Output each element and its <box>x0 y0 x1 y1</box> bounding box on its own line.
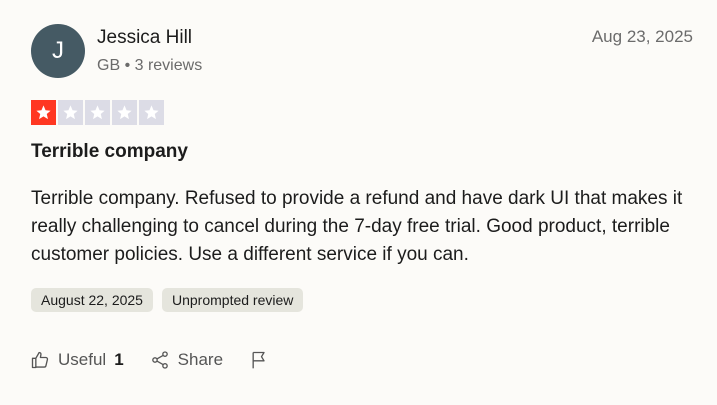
review-card: J Jessica Hill GB • 3 reviews Aug 23, 20… <box>0 0 717 405</box>
star-icon <box>58 100 83 125</box>
share-label: Share <box>177 350 224 369</box>
star-icon <box>112 100 137 125</box>
avatar[interactable]: J <box>31 24 85 78</box>
review-body: Terrible company. Refused to provide a r… <box>31 188 683 265</box>
thumbs-up-icon <box>30 350 50 370</box>
review-title: Terrible company <box>31 141 188 162</box>
report-button[interactable] <box>249 350 269 370</box>
reviewer-name[interactable]: Jessica Hill <box>97 27 192 49</box>
star-icon <box>139 100 164 125</box>
review-actions: Useful 1 Share <box>30 350 295 370</box>
useful-label: Useful <box>58 350 107 369</box>
review-tags: August 22, 2025 Unprompted review <box>31 288 304 312</box>
star-icon <box>31 100 56 125</box>
flag-icon <box>249 350 269 370</box>
useful-button[interactable]: Useful 1 <box>30 350 124 370</box>
reviewer-meta: GB • 3 reviews <box>97 57 203 74</box>
share-icon <box>150 350 170 370</box>
star-rating <box>31 100 164 125</box>
unprompted-review-badge[interactable]: Unprompted review <box>161 288 304 312</box>
useful-count: 1 <box>114 350 124 369</box>
review-date: Aug 23, 2025 <box>591 27 693 46</box>
experience-date-badge: August 22, 2025 <box>31 288 153 312</box>
star-icon <box>85 100 110 125</box>
share-button[interactable]: Share <box>150 350 223 370</box>
